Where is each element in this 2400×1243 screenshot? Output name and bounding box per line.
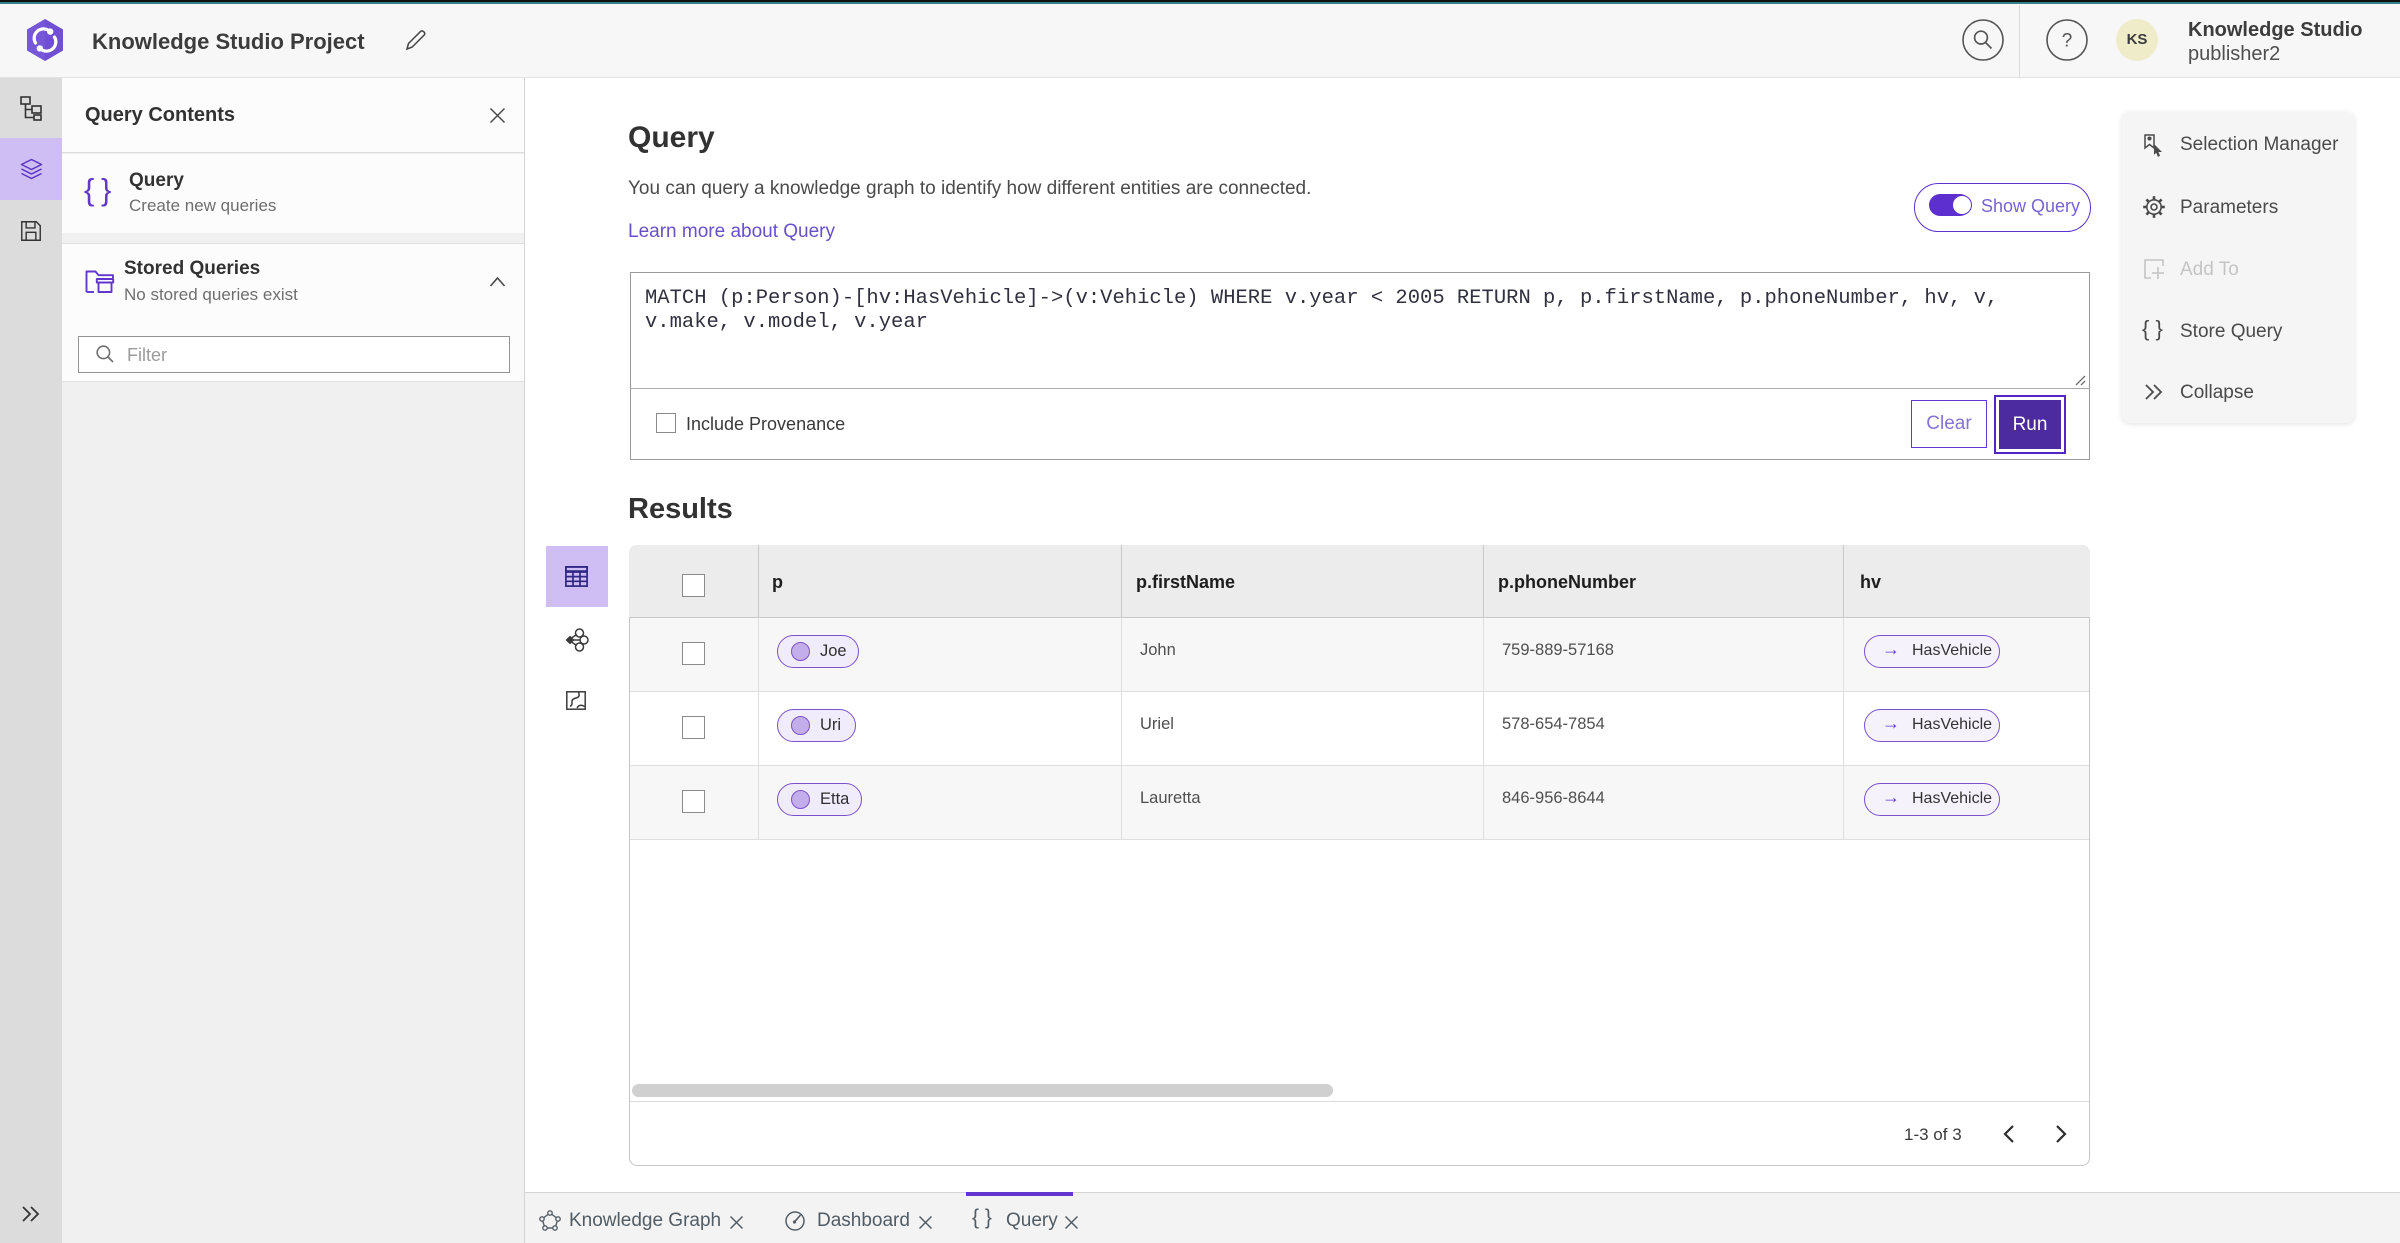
svg-text:?: ?	[2062, 31, 2073, 52]
